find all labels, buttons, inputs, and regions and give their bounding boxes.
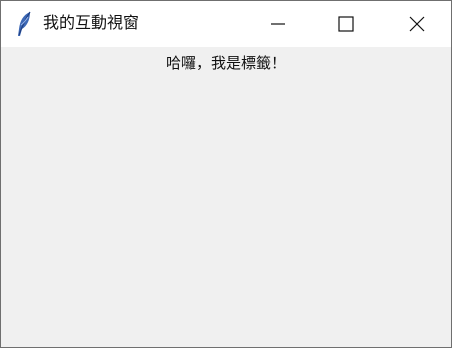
window-titlebar[interactable]: 我的互動視窗 xyxy=(1,1,451,47)
close-button[interactable] xyxy=(394,1,440,47)
feather-icon xyxy=(16,11,34,37)
greeting-label: 哈囉，我是標籤！ xyxy=(165,54,286,72)
app-window: 我的互動視窗 哈囉，我是標籤！ xyxy=(0,0,452,348)
window-title: 我的互動視窗 xyxy=(43,13,140,32)
maximize-button[interactable] xyxy=(323,1,369,47)
minimize-button[interactable] xyxy=(255,1,301,47)
window-content: 哈囉，我是標籤！ xyxy=(1,47,451,347)
